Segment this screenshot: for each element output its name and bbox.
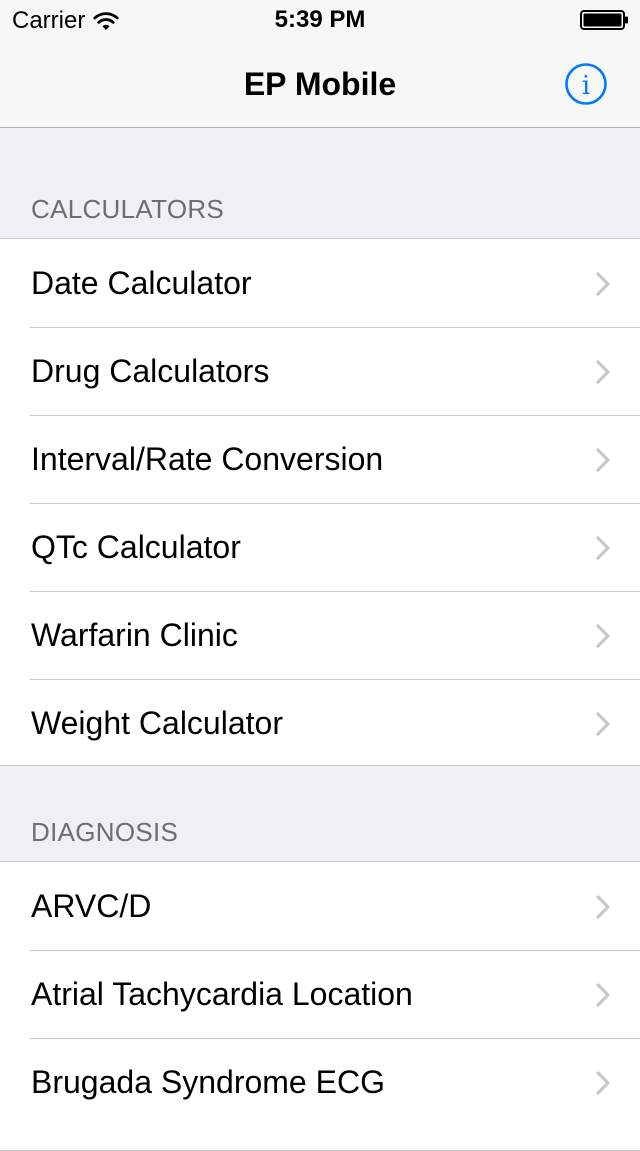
battery-full-icon bbox=[580, 10, 628, 30]
list-item-weight-calculator[interactable]: Weight Calculator bbox=[0, 679, 640, 767]
list-item-label: Interval/Rate Conversion bbox=[31, 441, 384, 477]
list-item-label: Weight Calculator bbox=[31, 705, 283, 741]
list-item-label: Brugada Syndrome ECG bbox=[31, 1064, 385, 1100]
list-item-label: ARVC/D bbox=[31, 888, 152, 924]
chevron-right-icon bbox=[596, 360, 610, 384]
calculators-list: Date Calculator Drug Calculators Interva… bbox=[0, 238, 640, 766]
list-item-interval-rate-conversion[interactable]: Interval/Rate Conversion bbox=[0, 415, 640, 503]
list-item-label: QTc Calculator bbox=[31, 529, 241, 565]
section-header-diagnosis: DIAGNOSIS bbox=[31, 817, 179, 847]
status-bar: Carrier 5:39 PM bbox=[0, 0, 640, 40]
list-item-arvc-d[interactable]: ARVC/D bbox=[0, 862, 640, 950]
chevron-right-icon bbox=[596, 712, 610, 736]
list-item-atrial-tachycardia-location[interactable]: Atrial Tachycardia Location bbox=[0, 950, 640, 1038]
list-item-brugada-syndrome-ecg[interactable]: Brugada Syndrome ECG bbox=[0, 1038, 640, 1126]
list-item-warfarin-clinic[interactable]: Warfarin Clinic bbox=[0, 591, 640, 679]
navigation-bar: EP Mobile i bbox=[0, 40, 640, 128]
list-item-drug-calculators[interactable]: Drug Calculators bbox=[0, 327, 640, 415]
list-item-label: Date Calculator bbox=[31, 265, 252, 301]
page-title: EP Mobile bbox=[243, 66, 397, 102]
svg-text:i: i bbox=[582, 71, 590, 101]
chevron-right-icon bbox=[596, 448, 610, 472]
status-time: 5:39 PM bbox=[274, 6, 366, 33]
list-item-date-calculator[interactable]: Date Calculator bbox=[0, 239, 640, 327]
section-header-calculators: CALCULATORS bbox=[31, 194, 225, 224]
chevron-right-icon bbox=[596, 1071, 610, 1095]
chevron-right-icon bbox=[596, 983, 610, 1007]
list-item-label: Atrial Tachycardia Location bbox=[31, 976, 413, 1012]
info-icon: i bbox=[565, 63, 607, 105]
chevron-right-icon bbox=[596, 895, 610, 919]
chevron-right-icon bbox=[596, 272, 610, 296]
chevron-right-icon bbox=[596, 624, 610, 648]
list-item-label: Drug Calculators bbox=[31, 353, 270, 389]
list-item-qtc-calculator[interactable]: QTc Calculator bbox=[0, 503, 640, 591]
diagnosis-list: ARVC/D Atrial Tachycardia Location Bruga… bbox=[0, 861, 640, 1151]
list-item-label: Warfarin Clinic bbox=[31, 617, 238, 653]
chevron-right-icon bbox=[596, 536, 610, 560]
info-button[interactable]: i bbox=[564, 62, 608, 106]
